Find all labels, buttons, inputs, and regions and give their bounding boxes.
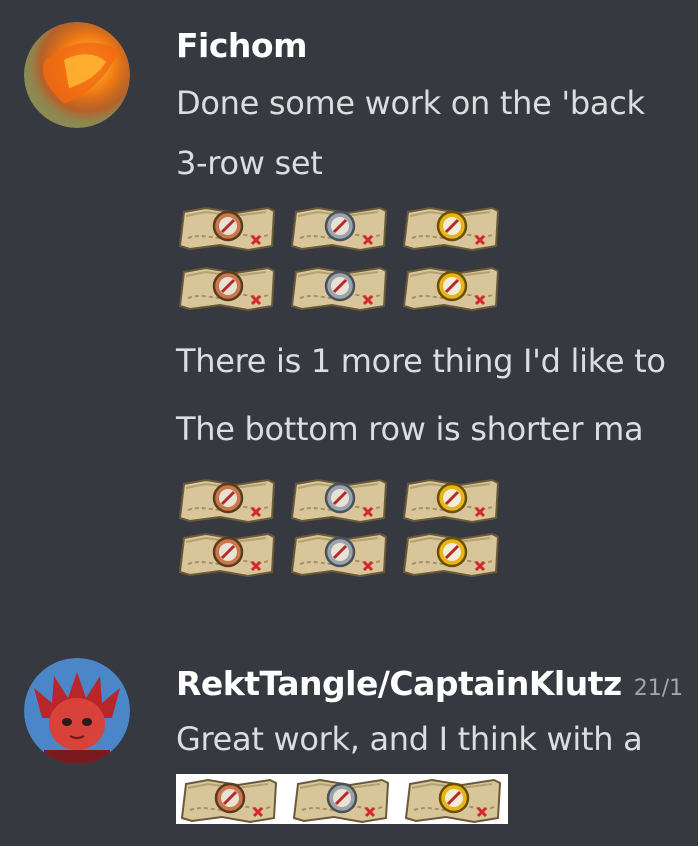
map-compass-gold-icon[interactable] [400,262,504,312]
map-compass-bronze-icon[interactable] [176,474,280,524]
map-compass-gold-icon[interactable] [400,474,504,524]
map-compass-gold-icon[interactable] [400,202,504,252]
map-compass-bronze-icon[interactable] [176,262,280,312]
emoji-row [176,202,504,252]
map-compass-silver-icon[interactable] [288,528,392,578]
map-compass-silver-icon[interactable] [288,262,392,312]
emoji-row [176,474,504,524]
author-name[interactable]: RektTangle/CaptainKlutz 21/1 [176,664,683,703]
message-line: Done some work on the 'back [176,84,645,122]
message-timestamp: 21/1 [633,676,684,701]
map-compass-silver-icon[interactable] [288,202,392,252]
emoji-row [176,528,504,578]
emoji-row [176,262,504,312]
map-compass-bronze-icon[interactable] [176,202,280,252]
map-compass-bronze-icon[interactable] [178,774,282,824]
map-compass-silver-icon[interactable] [288,474,392,524]
map-compass-gold-icon[interactable] [400,528,504,578]
message-line: 3-row set [176,144,323,182]
author-name-text[interactable]: RektTangle/CaptainKlutz [176,664,622,703]
message-line: The bottom row is shorter ma [176,410,644,448]
red-character-avatar-icon[interactable] [24,658,130,764]
map-compass-bronze-icon[interactable] [176,528,280,578]
message-line: There is 1 more thing I'd like to [176,342,666,380]
author-name[interactable]: Fichom [176,26,307,65]
map-compass-silver-icon[interactable] [290,774,394,824]
map-compass-gold-icon[interactable] [402,774,506,824]
emoji-row [176,774,508,824]
message-line: Great work, and I think with a [176,720,643,758]
fire-avatar-icon[interactable] [24,22,130,128]
